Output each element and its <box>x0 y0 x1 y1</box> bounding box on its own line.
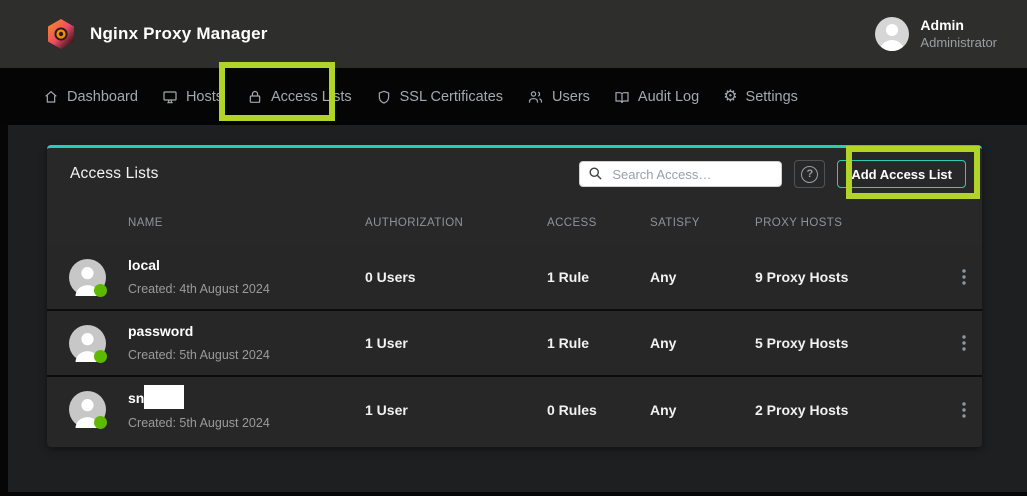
nav-item-dashboard[interactable]: Dashboard <box>43 89 138 105</box>
access-list-name: password <box>128 321 193 341</box>
row-name-cell: sn Created: 5th August 2024 <box>128 385 365 433</box>
column-header-access: ACCESS <box>547 217 650 229</box>
nav-item-settings[interactable]: ⚙ Settings <box>723 89 798 105</box>
access-cell: 0 Rules <box>547 402 650 418</box>
status-online-dot <box>94 284 107 297</box>
user-menu[interactable]: Admin Administrator <box>875 17 997 51</box>
person-icon <box>875 17 909 51</box>
created-date: Created: 5th August 2024 <box>128 416 270 430</box>
nav-item-audit-log[interactable]: Audit Log <box>614 89 699 105</box>
nav-item-label: Audit Log <box>638 89 699 105</box>
kebab-menu-icon <box>957 401 971 419</box>
column-header-proxy-hosts: PROXY HOSTS <box>755 217 945 229</box>
help-button[interactable]: ? <box>794 160 825 188</box>
search-input[interactable] <box>579 161 782 187</box>
shield-icon <box>376 89 392 105</box>
lock-icon <box>247 89 263 105</box>
proxy-hosts-cell: 9 Proxy Hosts <box>755 269 945 285</box>
nav-item-ssl-certificates[interactable]: SSL Certificates <box>376 89 503 105</box>
column-header-authorization: AUTHORIZATION <box>365 217 547 229</box>
search-box <box>579 161 782 187</box>
avatar <box>69 325 106 362</box>
kebab-menu-icon <box>957 334 971 352</box>
created-date: Created: 4th August 2024 <box>128 282 270 296</box>
nav-item-label: Access Lists <box>271 89 352 105</box>
app-title: Nginx Proxy Manager <box>90 24 268 44</box>
panel-title: Access Lists <box>70 165 159 183</box>
avatar <box>69 391 106 428</box>
access-cell: 1 Rule <box>547 335 650 351</box>
app-header: Nginx Proxy Manager Admin Administrator <box>0 0 1027 68</box>
nav-item-label: Hosts <box>186 89 223 105</box>
add-access-list-button[interactable]: Add Access List <box>837 160 966 188</box>
proxy-hosts-cell: 5 Proxy Hosts <box>755 335 945 351</box>
nav-item-label: Dashboard <box>67 89 138 105</box>
row-name-cell: password Created: 5th August 2024 <box>128 320 365 366</box>
home-icon <box>43 89 59 105</box>
status-online-dot <box>94 350 107 363</box>
help-icon: ? <box>801 166 818 183</box>
row-avatar-cell <box>47 325 128 362</box>
row-name-cell: local Created: 4th August 2024 <box>128 254 365 300</box>
kebab-menu-icon <box>957 268 971 286</box>
authorization-cell: 0 Users <box>365 269 547 285</box>
avatar <box>69 259 106 296</box>
row-avatar-cell <box>47 259 128 296</box>
authorization-cell: 1 User <box>365 335 547 351</box>
column-header-satisfy: SATISFY <box>650 217 755 229</box>
authorization-cell: 1 User <box>365 402 547 418</box>
table-header-row: NAME AUTHORIZATION ACCESS SATISFY PROXY … <box>47 200 982 245</box>
nav-item-hosts[interactable]: Hosts <box>162 89 223 105</box>
access-cell: 1 Rule <box>547 269 650 285</box>
satisfy-cell: Any <box>650 402 755 418</box>
users-icon <box>527 89 544 105</box>
content-area: Access Lists ? Add Access List NAME AUTH… <box>8 125 1027 492</box>
proxy-hosts-cell: 2 Proxy Hosts <box>755 402 945 418</box>
row-menu-button[interactable] <box>945 401 982 419</box>
nav-item-label: Settings <box>746 89 798 105</box>
main-nav: Dashboard Hosts Access Lists SSL Certifi… <box>0 68 1027 125</box>
panel-header: Access Lists ? Add Access List <box>47 148 982 200</box>
gear-icon: ⚙ <box>723 89 737 105</box>
user-role: Administrator <box>920 35 997 51</box>
table-row[interactable]: password Created: 5th August 2024 1 User… <box>47 311 982 375</box>
nav-item-access-lists[interactable]: Access Lists <box>247 89 352 105</box>
row-menu-button[interactable] <box>945 268 982 286</box>
table-row[interactable]: local Created: 4th August 2024 0 Users 1… <box>47 245 982 309</box>
status-online-dot <box>94 416 107 429</box>
row-avatar-cell <box>47 391 128 428</box>
access-list-name: local <box>128 255 160 275</box>
nginx-proxy-manager-logo <box>46 18 76 50</box>
access-list-name: sn <box>128 388 144 408</box>
monitor-icon <box>162 89 178 105</box>
user-avatar <box>875 17 909 51</box>
nav-item-users[interactable]: Users <box>527 89 590 105</box>
table-row[interactable]: sn Created: 5th August 2024 1 User 0 Rul… <box>47 377 982 442</box>
search-icon <box>588 166 603 181</box>
book-icon <box>614 89 630 105</box>
redaction-box <box>144 385 184 409</box>
created-date: Created: 5th August 2024 <box>128 348 270 362</box>
table-body: local Created: 4th August 2024 0 Users 1… <box>47 245 982 442</box>
satisfy-cell: Any <box>650 269 755 285</box>
nav-item-label: Users <box>552 89 590 105</box>
row-menu-button[interactable] <box>945 334 982 352</box>
column-header-name: NAME <box>128 217 365 229</box>
access-lists-panel: Access Lists ? Add Access List NAME AUTH… <box>47 145 982 447</box>
satisfy-cell: Any <box>650 335 755 351</box>
nav-item-label: SSL Certificates <box>400 89 503 105</box>
user-name: Admin <box>920 17 997 35</box>
